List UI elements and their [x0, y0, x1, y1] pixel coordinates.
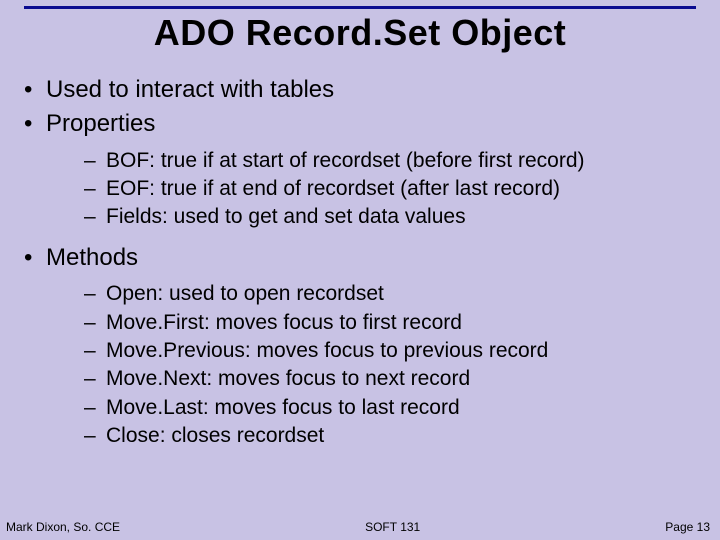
slide-title: ADO Record.Set Object — [0, 12, 720, 54]
sub-bullet-item: Fields: used to get and set data values — [46, 203, 696, 231]
bullet-label: Methods — [46, 244, 138, 271]
sub-bullet-item: Move.Next: moves focus to next record — [46, 365, 696, 393]
bullet-item: Used to interact with tables — [24, 74, 696, 106]
slide-footer: Mark Dixon, So. CCE SOFT 131 Page 13 — [0, 520, 720, 534]
sub-bullet-item: BOF: true if at start of recordset (befo… — [46, 147, 696, 175]
sub-bullet-item: EOF: true if at end of recordset (after … — [46, 175, 696, 203]
sub-bullet-item: Move.Previous: moves focus to previous r… — [46, 337, 696, 365]
bullet-item: Methods Open: used to open recordset Mov… — [24, 242, 696, 450]
sub-bullet-item: Move.Last: moves focus to last record — [46, 394, 696, 422]
sub-bullet-item: Close: closes recordset — [46, 422, 696, 450]
bullet-item: Properties BOF: true if at start of reco… — [24, 108, 696, 231]
footer-course: SOFT 131 — [120, 520, 665, 534]
sub-bullet-item: Move.First: moves focus to first record — [46, 309, 696, 337]
footer-page: Page 13 — [665, 520, 710, 534]
footer-author: Mark Dixon, So. CCE — [6, 520, 120, 534]
header-rule — [24, 6, 696, 9]
sub-bullet-item: Open: used to open recordset — [46, 280, 696, 308]
slide-content: Used to interact with tables Properties … — [24, 74, 696, 460]
bullet-label: Properties — [46, 110, 155, 137]
